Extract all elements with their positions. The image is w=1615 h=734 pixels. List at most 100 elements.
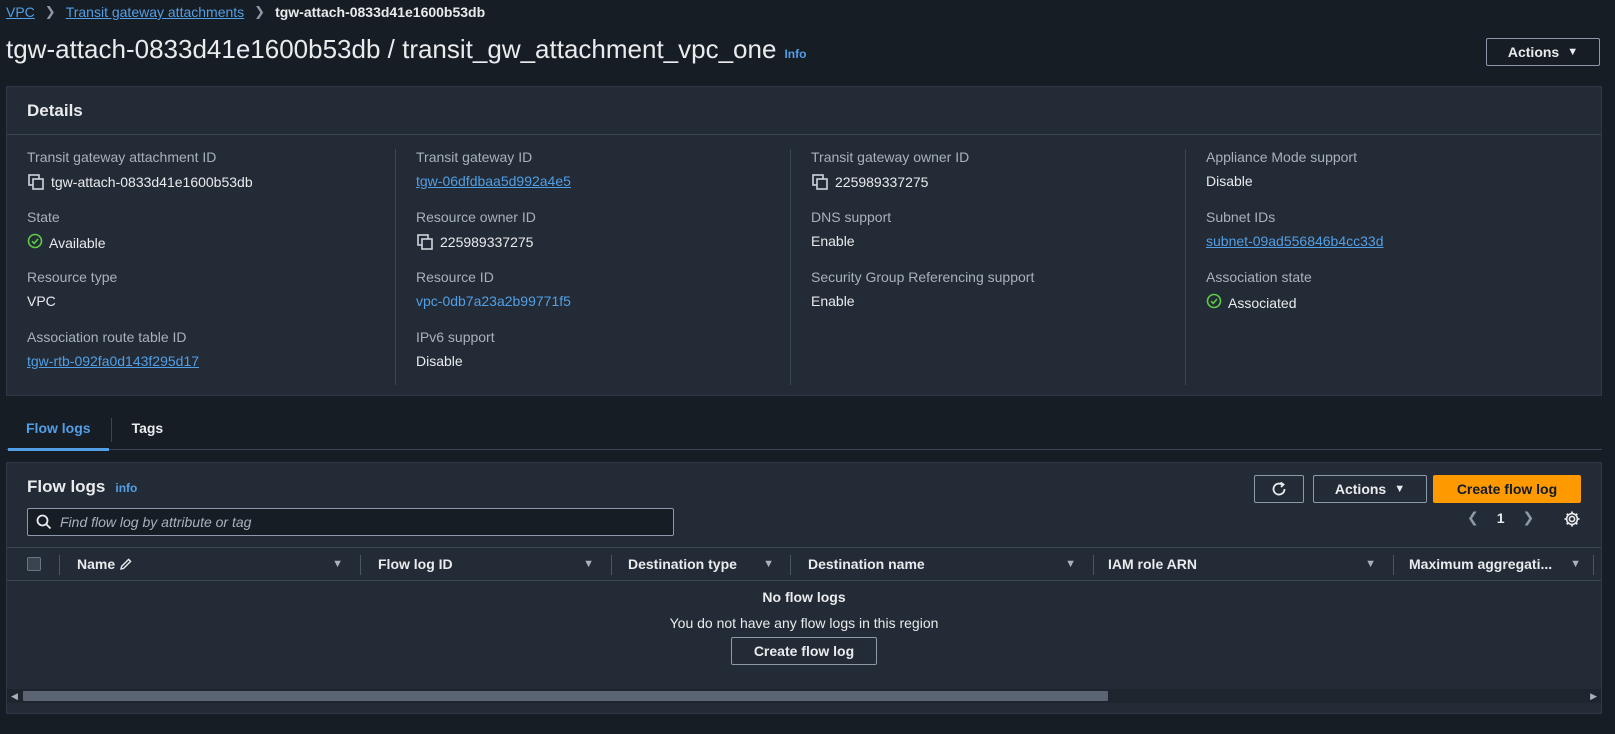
sort-down-icon[interactable]: ▼ xyxy=(1065,558,1076,570)
field-label: Transit gateway attachment ID xyxy=(27,149,217,165)
empty-create-flow-log-button[interactable]: Create flow log xyxy=(731,637,877,665)
pencil-icon xyxy=(120,558,132,570)
route-table-link[interactable]: tgw-rtb-092fa0d143f295d17 xyxy=(27,353,199,369)
flow-logs-info-link[interactable]: info xyxy=(115,481,137,495)
field-value-wrap: tgw-attach-0833d41e1600b53db xyxy=(27,173,253,191)
field-resource-type: Resource type VPC xyxy=(27,269,117,309)
field-value: VPC xyxy=(27,293,56,309)
copy-icon[interactable] xyxy=(27,173,45,191)
field-value-wrap: Available xyxy=(27,233,106,252)
field-label: IPv6 support xyxy=(416,329,495,345)
caret-down-icon: ▼ xyxy=(1567,46,1579,58)
column-header-destination-type[interactable]: Destination type ▼ xyxy=(628,548,788,580)
chevron-left-icon[interactable]: ❮ xyxy=(1467,509,1479,526)
field-label: Association state xyxy=(1206,269,1312,285)
field-label: Transit gateway ID xyxy=(416,149,533,165)
tab-tags[interactable]: Tags xyxy=(112,410,184,450)
details-column-4: Appliance Mode support Disable Subnet ID… xyxy=(1185,149,1601,385)
copy-icon[interactable] xyxy=(416,233,434,251)
scroll-left-icon[interactable]: ◀ xyxy=(11,689,18,703)
sort-down-icon[interactable]: ▼ xyxy=(1365,558,1376,570)
copy-icon[interactable] xyxy=(811,173,829,191)
field-sg-referencing: Security Group Referencing support Enabl… xyxy=(811,269,1034,309)
breadcrumb-vpc[interactable]: VPC xyxy=(6,4,35,20)
column-header-name[interactable]: Name ▼ xyxy=(77,548,357,580)
search-input[interactable] xyxy=(60,514,673,530)
field-tgw-id: Transit gateway ID tgw-06dfdbaa5d992a4e5 xyxy=(416,149,571,189)
chevron-right-icon: ❯ xyxy=(254,4,266,19)
breadcrumb-tgw-attachments[interactable]: Transit gateway attachments xyxy=(66,4,244,20)
create-flow-log-button[interactable]: Create flow log xyxy=(1433,475,1581,503)
flow-logs-actions-button[interactable]: Actions ▼ xyxy=(1313,475,1427,503)
details-panel: Details Transit gateway attachment ID tg… xyxy=(6,86,1602,396)
flow-logs-header: Flow logs info xyxy=(27,477,137,497)
select-all-checkbox[interactable] xyxy=(27,557,41,571)
scrollbar-thumb[interactable] xyxy=(23,691,1108,701)
refresh-button[interactable] xyxy=(1254,475,1304,503)
actions-button[interactable]: Actions ▼ xyxy=(1486,38,1600,66)
field-value: Associated xyxy=(1228,294,1297,311)
column-divider xyxy=(790,555,791,575)
gear-icon[interactable] xyxy=(1563,510,1581,531)
column-header-max-aggregation[interactable]: Maximum aggregati... ▼ xyxy=(1409,548,1595,580)
tab-flow-logs[interactable]: Flow logs xyxy=(6,410,111,451)
field-value: 225989337275 xyxy=(835,174,929,190)
field-tgw-owner: Transit gateway owner ID 225989337275 xyxy=(811,149,969,191)
check-circle-icon xyxy=(27,233,43,252)
field-label: Resource ID xyxy=(416,269,494,285)
column-divider xyxy=(1593,555,1594,575)
empty-state: No flow logs You do not have any flow lo… xyxy=(7,589,1601,665)
field-attachment-id: Transit gateway attachment ID tgw-attach… xyxy=(27,149,253,191)
resource-id-link[interactable]: vpc-0db7a23a2b99771f5 xyxy=(416,293,571,309)
field-label: Transit gateway owner ID xyxy=(811,149,970,165)
info-link[interactable]: Info xyxy=(784,47,806,61)
check-circle-icon xyxy=(1206,293,1222,312)
field-label: DNS support xyxy=(811,209,892,225)
column-header-label: Destination type xyxy=(628,556,737,572)
field-appliance-mode: Appliance Mode support Disable xyxy=(1206,149,1357,189)
search-icon xyxy=(36,514,52,530)
column-divider xyxy=(611,555,612,575)
field-label: Subnet IDs xyxy=(1206,209,1276,225)
page-title: tgw-attach-0833d41e1600b53db / transit_g… xyxy=(6,34,777,64)
select-all-cell xyxy=(27,548,57,580)
details-column-3: Transit gateway owner ID 225989337275 DN… xyxy=(790,149,1185,385)
field-value: Enable xyxy=(811,293,855,309)
page-number[interactable]: 1 xyxy=(1497,510,1505,526)
sort-down-icon[interactable]: ▼ xyxy=(763,558,774,570)
field-resource-owner: Resource owner ID 225989337275 xyxy=(416,209,536,251)
tab-bar: Flow logs Tags xyxy=(6,410,1602,451)
details-header: Details xyxy=(7,87,1601,135)
field-label: Appliance Mode support xyxy=(1206,149,1357,165)
field-ipv6: IPv6 support Disable xyxy=(416,329,495,369)
field-label: Resource type xyxy=(27,269,118,285)
field-value-wrap: 225989337275 xyxy=(416,233,536,251)
sort-down-icon[interactable]: ▼ xyxy=(1570,558,1581,570)
field-value: Disable xyxy=(1206,173,1253,189)
sort-down-icon[interactable]: ▼ xyxy=(583,558,594,570)
field-value: tgw-attach-0833d41e1600b53db xyxy=(51,174,253,190)
breadcrumb: VPC ❯ Transit gateway attachments ❯ tgw-… xyxy=(6,2,485,22)
field-value: Enable xyxy=(811,233,855,249)
field-label: Resource owner ID xyxy=(416,209,536,225)
field-dns: DNS support Enable xyxy=(811,209,891,249)
column-header-flow-log-id[interactable]: Flow log ID ▼ xyxy=(378,548,608,580)
details-column-1: Transit gateway attachment ID tgw-attach… xyxy=(7,149,395,385)
field-label: Association route table ID xyxy=(27,329,187,345)
chevron-right-icon[interactable]: ❯ xyxy=(1523,509,1535,526)
column-header-iam-role[interactable]: IAM role ARN ▼ xyxy=(1108,548,1390,580)
flow-logs-panel: Flow logs info Actions ▼ Create flow log… xyxy=(6,462,1602,714)
field-value: Disable xyxy=(416,353,463,369)
field-assoc-route-table: Association route table ID tgw-rtb-092fa… xyxy=(27,329,199,369)
scroll-right-icon[interactable]: ▶ xyxy=(1590,689,1597,703)
subnet-id-link[interactable]: subnet-09ad556846b4cc33d xyxy=(1206,233,1384,249)
empty-state-title: No flow logs xyxy=(762,589,846,605)
sort-down-icon[interactable]: ▼ xyxy=(332,558,343,570)
column-header-destination-name[interactable]: Destination name ▼ xyxy=(808,548,1090,580)
column-divider xyxy=(1093,555,1094,575)
field-label: State xyxy=(27,209,60,225)
tgw-id-link[interactable]: tgw-06dfdbaa5d992a4e5 xyxy=(416,173,571,189)
horizontal-scrollbar[interactable]: ◀ ▶ xyxy=(7,689,1601,703)
column-divider xyxy=(360,555,361,575)
chevron-right-icon: ❯ xyxy=(44,4,56,19)
